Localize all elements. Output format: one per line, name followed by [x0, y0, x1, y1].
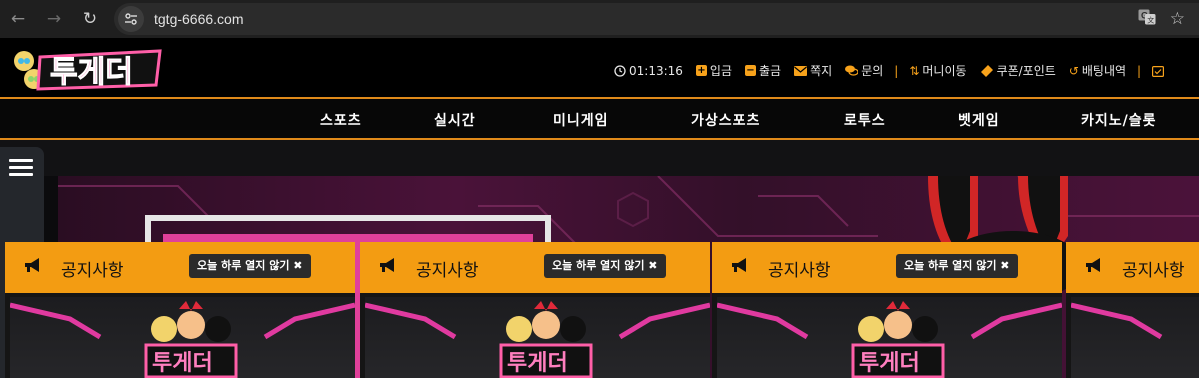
notice-title: 공지사항	[768, 261, 831, 281]
site-header: 투게더 01:13:16 + 입금 − 출금 쪽지 문의 | ⇅ 머니이동 쿠폰…	[0, 38, 1199, 97]
main-nav: 스포츠 실시간 미니게임 가상스포츠 로투스 벳게임 카지노/슬롯	[0, 97, 1199, 140]
popup-brand-text: 투게더	[152, 351, 213, 376]
money-transfer-label: 머니이동	[922, 64, 967, 78]
nav-minigame[interactable]: 미니게임	[553, 110, 609, 130]
nav-lotus[interactable]: 로투스	[844, 110, 886, 130]
nav-virtual-sports[interactable]: 가상스포츠	[691, 110, 760, 130]
inquiry-label: 문의	[861, 64, 884, 78]
popup-background-graphic	[1071, 302, 1163, 340]
hamburger-menu-icon[interactable]	[9, 159, 33, 180]
chat-bubbles-icon	[845, 65, 859, 76]
url-text[interactable]: tgtg-6666.com	[154, 11, 244, 27]
clock-time: 01:13:16	[629, 63, 683, 78]
notice-title: 공지사항	[416, 261, 479, 281]
dismiss-today-button[interactable]: 오늘 하루 열지 않기 ✖	[896, 254, 1018, 278]
bet-history-label: 배팅내역	[1081, 64, 1127, 78]
nav-betgame[interactable]: 벳게임	[958, 110, 1000, 130]
popup-brand-text: 투게더	[859, 351, 920, 376]
deposit-label: 입금	[709, 64, 732, 78]
notice-popup-body: 투게더	[717, 297, 1062, 378]
popup-brand-logo: 투게더	[144, 301, 238, 378]
notice-popup-body: 투게더	[10, 297, 355, 378]
coupon-point-label: 쿠폰/포인트	[996, 64, 1056, 78]
site-logo[interactable]: 투게더	[10, 45, 164, 93]
svg-text:文: 文	[1147, 16, 1154, 25]
notice-popup: 공지사항 오늘 하루 열지 않기 ✖ 투게더	[5, 242, 355, 378]
calendar-check-icon[interactable]	[1152, 65, 1165, 77]
notice-popup-body	[1071, 297, 1199, 378]
notice-popup-header: 공지사항 오늘 하루 열지 않기 ✖	[712, 242, 1062, 293]
megaphone-icon	[23, 257, 43, 277]
nav-casino-slot[interactable]: 카지노/슬롯	[1081, 110, 1157, 130]
popup-brand-logo: 투게더	[499, 301, 593, 378]
forward-icon[interactable]: →	[36, 0, 72, 38]
message-label: 쪽지	[810, 64, 833, 78]
retweet-icon: ⇅	[909, 63, 920, 78]
nav-live[interactable]: 실시간	[434, 110, 476, 130]
megaphone-icon	[1084, 257, 1104, 277]
withdraw-label: 출금	[759, 64, 782, 78]
notice-title: 공지사항	[1122, 261, 1185, 281]
notice-popup-header: 공지사항	[1066, 242, 1199, 293]
megaphone-icon	[730, 257, 750, 277]
notice-title: 공지사항	[61, 261, 124, 281]
top-links: 01:13:16 + 입금 − 출금 쪽지 문의 | ⇅ 머니이동 쿠폰/포인트…	[614, 62, 1167, 79]
notice-popup: 공지사항	[1066, 242, 1199, 378]
translate-icon[interactable]: G文	[1138, 9, 1156, 29]
withdraw-link[interactable]: − 출금	[745, 62, 781, 79]
nav-sports[interactable]: 스포츠	[320, 110, 362, 130]
dismiss-today-button[interactable]: 오늘 하루 열지 않기 ✖	[544, 254, 666, 278]
reload-icon[interactable]: ↻	[72, 0, 108, 38]
browser-toolbar: ← → ↻ tgtg-6666.com G文 ☆	[0, 0, 1199, 38]
deposit-link[interactable]: + 입금	[695, 62, 732, 79]
popup-brand-text: 투게더	[507, 351, 568, 376]
popup-brand-logo: 투게더	[851, 301, 945, 378]
coupon-point-link[interactable]: 쿠폰/포인트	[980, 62, 1056, 79]
link-divider: |	[894, 63, 899, 78]
ticket-icon	[980, 64, 994, 77]
message-link[interactable]: 쪽지	[794, 62, 832, 79]
dismiss-today-button[interactable]: 오늘 하루 열지 않기 ✖	[189, 254, 311, 278]
history-icon: ↺	[1068, 63, 1079, 78]
link-divider: |	[1137, 63, 1142, 78]
notice-popup-header: 공지사항 오늘 하루 열지 않기 ✖	[5, 242, 355, 293]
envelope-icon	[794, 65, 808, 76]
clock: 01:13:16	[614, 64, 683, 78]
money-transfer-link[interactable]: ⇅ 머니이동	[909, 62, 966, 79]
minus-square-icon: −	[745, 65, 756, 76]
inquiry-link[interactable]: 문의	[845, 62, 883, 79]
address-bar[interactable]: tgtg-6666.com G文 ☆	[114, 3, 1199, 35]
logo-text: 투게더	[50, 55, 133, 90]
plus-square-icon: +	[695, 65, 707, 76]
megaphone-icon	[378, 257, 398, 277]
back-icon[interactable]: ←	[0, 0, 36, 38]
site-settings-icon[interactable]	[118, 6, 144, 32]
notice-popup: 공지사항 오늘 하루 열지 않기 ✖ 투게더	[712, 242, 1062, 378]
clock-icon	[614, 64, 626, 77]
bookmark-star-icon[interactable]: ☆	[1170, 9, 1185, 29]
sub-bar	[0, 140, 1199, 176]
notice-popup-body: 투게더	[365, 297, 710, 378]
notice-popup: 공지사항 오늘 하루 열지 않기 ✖ 투게더	[360, 242, 710, 378]
bet-history-link[interactable]: ↺ 배팅내역	[1069, 62, 1126, 79]
notice-popup-header: 공지사항 오늘 하루 열지 않기 ✖	[360, 242, 710, 293]
